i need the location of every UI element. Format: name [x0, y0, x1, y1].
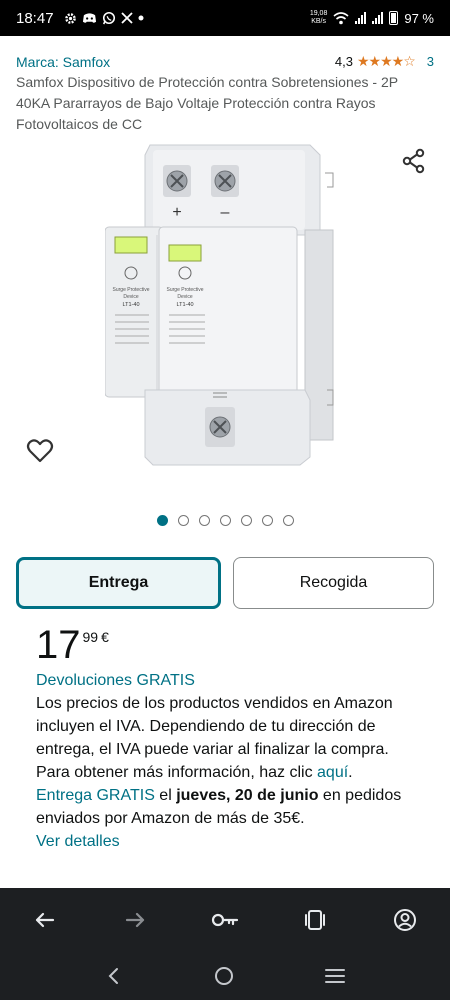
net-speed-value: 19,08 [309, 10, 328, 17]
x-icon [120, 12, 133, 24]
product-title: Samfox Dispositivo de Protección contra … [16, 74, 398, 132]
carousel-dot[interactable] [282, 515, 294, 526]
tabs-button[interactable] [299, 904, 331, 936]
net-speed-unit: KB/s [311, 18, 326, 25]
svg-text:Surge Protective: Surge Protective [113, 287, 150, 293]
carousel-dot[interactable] [156, 515, 168, 526]
status-bar: 18:47 19,08 KB/s 97 % [0, 0, 450, 36]
heart-icon[interactable] [26, 437, 54, 465]
rating-count[interactable]: 3 [427, 54, 434, 69]
back-button[interactable] [29, 904, 61, 936]
free-delivery-link[interactable]: Entrega GRATIS [36, 787, 155, 804]
brand-row: Marca: Samfox 4,3 ★★★★☆ 3 [0, 36, 450, 70]
carousel-dot[interactable] [177, 515, 189, 526]
rating[interactable]: 4,3 ★★★★☆ 3 [335, 53, 434, 70]
browser-toolbar [0, 888, 450, 952]
product-image[interactable]: + – Surge Protective Surge Protective De… [105, 135, 350, 475]
account-button[interactable] [389, 904, 421, 936]
price: 17 99 € [0, 609, 450, 669]
price-fraction: 99 [82, 629, 99, 645]
gear-icon [64, 12, 76, 24]
delivery-info: Devoluciones GRATIS Los precios de los p… [0, 669, 450, 853]
delivery-prefix: el [154, 787, 177, 804]
rating-value: 4,3 [334, 54, 353, 69]
brand-link[interactable]: Marca: Samfox [16, 54, 110, 70]
battery-icon [389, 11, 399, 25]
notification-icons [64, 11, 144, 25]
free-returns-link[interactable]: Devoluciones GRATIS [36, 672, 195, 689]
wifi-icon [333, 11, 349, 24]
product-page[interactable]: Marca: Samfox 4,3 ★★★★☆ 3 Samfox Disposi… [0, 36, 450, 888]
net-speed: 19,08 KB/s [310, 10, 328, 26]
battery-level: 97 % [404, 10, 434, 26]
key-icon [211, 913, 239, 927]
dot-icon [138, 15, 144, 21]
carousel-dot[interactable] [198, 515, 210, 526]
whatsapp-icon [102, 11, 115, 25]
chevron-left-icon[interactable] [104, 966, 124, 986]
carousel-dots [0, 515, 450, 535]
forward-button[interactable] [119, 904, 151, 936]
arrow-right-icon [125, 912, 145, 928]
menu-icon[interactable] [324, 966, 346, 986]
signal-icon-1 [355, 12, 367, 24]
svg-text:Device: Device [177, 294, 193, 300]
delivery-date: jueves, 20 de junio [176, 787, 319, 804]
see-details-link[interactable]: Ver detalles [36, 833, 120, 850]
carousel-dot[interactable] [240, 515, 252, 526]
home-circle-icon[interactable] [213, 965, 235, 987]
vat-period: . [348, 764, 353, 781]
share-icon[interactable] [400, 147, 428, 175]
account-icon [394, 909, 416, 931]
svg-text:LT1-40: LT1-40 [122, 302, 139, 308]
delivery-toggle: Entrega Recogida [0, 535, 450, 609]
system-navigation [0, 952, 450, 1000]
svg-text:Surge Protective: Surge Protective [167, 287, 204, 293]
pickup-button[interactable]: Recogida [233, 557, 434, 609]
discord-icon [82, 13, 96, 23]
product-image-carousel[interactable]: + – Surge Protective Surge Protective De… [0, 135, 450, 515]
star-rating-icon: ★★★★☆ [357, 53, 416, 69]
price-whole: 17 [36, 623, 81, 667]
status-right: 19,08 KB/s 97 % [310, 10, 434, 26]
arrow-left-icon [35, 912, 55, 928]
svg-text:Device: Device [123, 294, 139, 300]
price-currency: € [101, 629, 109, 645]
carousel-dot[interactable] [219, 515, 231, 526]
tabs-icon [305, 910, 325, 930]
carousel-dot[interactable] [261, 515, 273, 526]
delivery-button[interactable]: Entrega [16, 557, 221, 609]
here-link[interactable]: aquí [317, 764, 348, 781]
signal-icon-2 [372, 12, 384, 24]
svg-text:LT1-40: LT1-40 [176, 302, 193, 308]
svg-text:+: + [172, 204, 181, 221]
status-time: 18:47 [16, 9, 54, 27]
svg-text:–: – [221, 204, 230, 221]
password-button[interactable] [209, 904, 241, 936]
